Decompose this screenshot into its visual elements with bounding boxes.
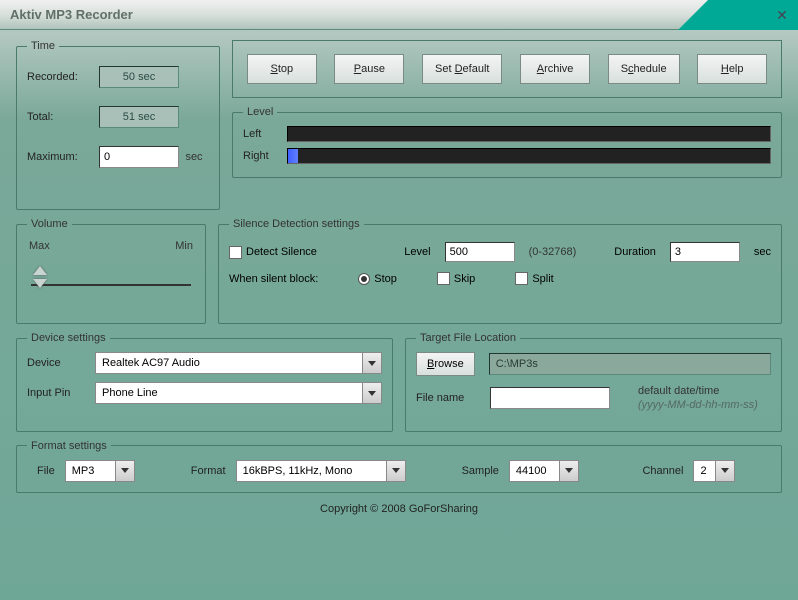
set-default-button[interactable]: Set Default [422,54,502,84]
maximum-label: Maximum: [27,151,99,163]
footer-copyright: Copyright © 2008 GoForSharing [16,497,782,521]
titlebar: Aktiv MP3 Recorder ✕ [0,0,798,30]
chevron-down-icon[interactable] [362,352,382,374]
silence-level-label: Level [404,246,430,258]
filename-label: File name [416,392,482,404]
silence-opt-skip[interactable]: Skip [437,272,475,285]
stop-button[interactable]: Stop [247,54,317,84]
sample-label: Sample [462,465,499,477]
input-pin-combo[interactable] [95,382,382,404]
recorded-label: Recorded: [27,71,99,83]
time-legend: Time [27,40,59,52]
level-right-meter [287,148,771,164]
level-left-meter [287,126,771,142]
volume-slider[interactable] [27,258,195,298]
volume-thumb[interactable] [31,266,49,296]
level-right-label: Right [243,150,279,162]
file-label: File [37,465,55,477]
device-group: Device settings Device Input Pin [16,332,393,432]
format-legend: Format settings [27,440,111,452]
silence-sec-unit: sec [754,246,771,258]
device-legend: Device settings [27,332,110,344]
browse-button[interactable]: Browse [416,352,475,376]
silence-group: Silence Detection settings Detect Silenc… [218,218,782,324]
total-value: 51 sec [99,106,179,128]
device-label: Device [27,357,87,369]
total-label: Total: [27,111,99,123]
recorded-value: 50 sec [99,66,179,88]
target-path: C:\MP3s [489,353,771,375]
chevron-down-icon[interactable] [715,460,735,482]
when-silent-label: When silent block: [229,273,318,285]
sample-combo[interactable] [509,460,587,482]
checkbox-icon [229,246,242,259]
target-group: Target File Location Browse C:\MP3s File… [405,332,782,432]
main-toolbar: Stop Pause Set Default Archive Schedule … [232,40,782,98]
silence-opt-stop[interactable]: Stop [358,273,397,285]
pause-button[interactable]: Pause [334,54,404,84]
volume-legend: Volume [27,218,72,230]
archive-button[interactable]: Archive [520,54,590,84]
silence-opt-split[interactable]: Split [515,272,553,285]
file-format-combo[interactable] [65,460,135,482]
level-legend: Level [243,106,277,118]
silence-legend: Silence Detection settings [229,218,364,230]
format-label: Format [191,465,226,477]
app-title: Aktiv MP3 Recorder [10,7,133,22]
close-icon[interactable]: ✕ [774,7,790,23]
volume-max-label: Max [29,240,50,252]
chevron-down-icon[interactable] [115,460,135,482]
silence-level-input[interactable] [445,242,515,262]
volume-group: Volume Max Min [16,218,206,324]
filename-input[interactable] [490,387,610,409]
silence-duration-label: Duration [614,246,656,258]
maximum-input[interactable] [99,146,179,168]
channel-label: Channel [642,465,683,477]
level-left-label: Left [243,128,279,140]
level-group: Level Left Right [232,106,782,178]
chevron-down-icon[interactable] [362,382,382,404]
input-pin-label: Input Pin [27,387,87,399]
target-legend: Target File Location [416,332,520,344]
format-combo[interactable] [236,460,406,482]
silence-duration-input[interactable] [670,242,740,262]
filename-hint: default date/time (yyyy-MM-dd-hh-mm-ss) [638,384,758,413]
time-group: Time Recorded: 50 sec Total: 51 sec Maxi… [16,40,220,210]
help-button[interactable]: Help [697,54,767,84]
volume-min-label: Min [175,240,193,252]
chevron-down-icon[interactable] [559,460,579,482]
chevron-down-icon[interactable] [386,460,406,482]
silence-range-hint: (0-32768) [529,246,577,258]
device-combo[interactable] [95,352,382,374]
app-window: Aktiv MP3 Recorder ✕ Time Recorded: 50 s… [0,0,798,600]
schedule-button[interactable]: Schedule [608,54,680,84]
format-group: Format settings File Format Sample [16,440,782,493]
sec-unit: sec [179,151,209,163]
detect-silence-checkbox[interactable]: Detect Silence [229,246,317,259]
channel-combo[interactable] [693,460,771,482]
